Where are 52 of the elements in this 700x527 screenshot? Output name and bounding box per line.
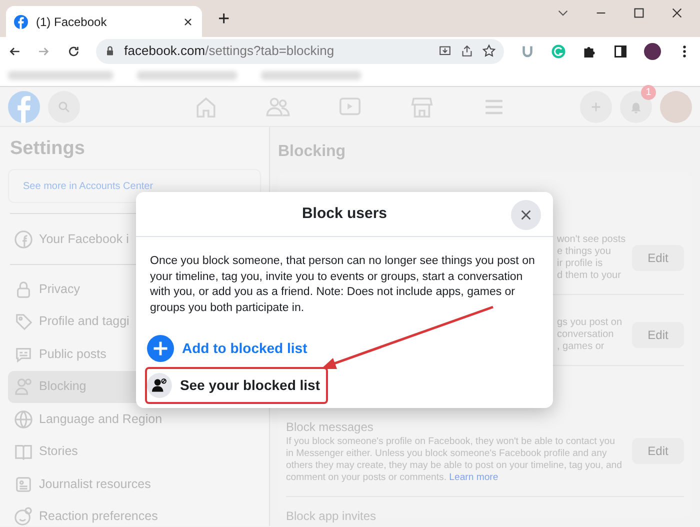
- facebook-logo-icon: [14, 14, 28, 28]
- add-to-blocked-list-link[interactable]: Add to blocked list: [182, 338, 308, 359]
- sidebar-item[interactable]: Your Facebook i: [8, 224, 261, 256]
- globe-icon: [14, 410, 33, 429]
- address-bar[interactable]: facebook.com/settings?tab=blocking: [96, 38, 504, 64]
- side-panel-icon: [613, 44, 628, 58]
- install-icon: [438, 44, 452, 58]
- home-icon: [194, 94, 218, 118]
- sidebar-item[interactable]: Stories: [8, 436, 261, 468]
- search-icon: [57, 100, 71, 114]
- lock-icon: [14, 280, 33, 299]
- star-icon: [482, 44, 496, 58]
- person-icon: [14, 377, 33, 396]
- share-icon: [460, 44, 474, 58]
- close-button[interactable]: [511, 200, 541, 230]
- facebook-logo-icon: [14, 230, 33, 250]
- close-icon: [182, 16, 194, 28]
- url-text: facebook.com/settings?tab=blocking: [124, 42, 336, 60]
- facebook-logo-icon[interactable]: [8, 90, 40, 122]
- profile-avatar[interactable]: [644, 42, 661, 60]
- u-extension-icon: [520, 44, 535, 58]
- learn-more-link[interactable]: Learn more: [449, 472, 498, 483]
- settings-heading: Settings: [10, 137, 86, 161]
- accounts-center-link[interactable]: See more in Accounts Center: [23, 180, 154, 192]
- close-icon: [519, 208, 533, 222]
- maximize-icon: [632, 6, 646, 20]
- grammarly-icon: [551, 44, 566, 58]
- book-icon: [14, 442, 33, 462]
- edit-button[interactable]: Edit: [632, 322, 684, 348]
- sidebar-item[interactable]: Language and Region: [8, 403, 261, 436]
- blocked-person-icon: [147, 372, 172, 399]
- friends-icon: [266, 94, 290, 118]
- dialog-title: Block users: [302, 204, 388, 224]
- sidebar-item[interactable]: Journalist resources: [8, 468, 261, 500]
- blurred-bookmark[interactable]: [137, 71, 237, 80]
- create-button[interactable]: [580, 90, 612, 122]
- search-button[interactable]: [48, 90, 80, 122]
- blurred-bookmark[interactable]: [261, 71, 361, 80]
- edit-button[interactable]: Edit: [632, 438, 684, 464]
- close-icon: [670, 6, 684, 20]
- edit-button[interactable]: Edit: [632, 245, 684, 271]
- browser-tab[interactable]: (1) Facebook: [6, 6, 202, 37]
- id-card-icon: [14, 474, 33, 494]
- blurred-bookmark[interactable]: [8, 71, 113, 80]
- tag-icon: [14, 312, 33, 332]
- smiley-icon: [14, 507, 33, 526]
- plus-icon: [147, 335, 174, 362]
- new-tab-button[interactable]: +: [218, 4, 230, 34]
- store-icon: [410, 94, 434, 118]
- sidebar-item[interactable]: Reaction preferences: [8, 500, 261, 527]
- dialog-description: Once you block someone, that person can no longer see things you post on your timeline, tag you, invite you to events or groups, start a conversation with you, or add you as a friend. Note: Does not include apps, games or groups you both participate in.: [150, 254, 536, 316]
- tab-title: (1) Facebook: [36, 14, 108, 30]
